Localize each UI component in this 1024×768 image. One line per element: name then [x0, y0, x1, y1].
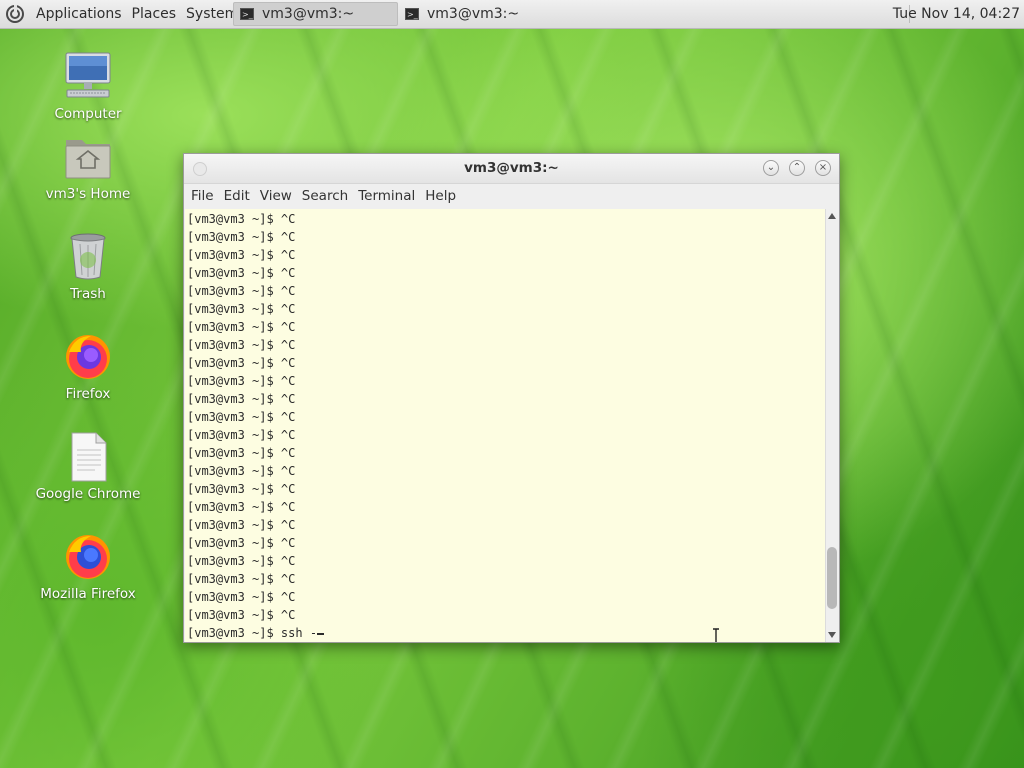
menu-file[interactable]: File	[186, 188, 219, 204]
text-cursor	[317, 632, 325, 635]
menu-view[interactable]: View	[255, 188, 297, 204]
terminal-line: [vm3@vm3 ~]$ ^C	[187, 356, 296, 370]
terminal-icon: >_	[240, 8, 254, 20]
terminal-line: [vm3@vm3 ~]$ ^C	[187, 266, 296, 280]
terminal-line: [vm3@vm3 ~]$ ^C	[187, 374, 296, 388]
terminal-line: [vm3@vm3 ~]$ ^C	[187, 230, 296, 244]
chevron-up-icon: ⌃	[792, 162, 802, 173]
taskbar-item-label: vm3@vm3:~	[262, 6, 355, 22]
terminal-line: [vm3@vm3 ~]$ ^C	[187, 608, 296, 622]
desktop-icon-label: Google Chrome	[35, 486, 141, 502]
terminal-line: [vm3@vm3 ~]$ ^C	[187, 212, 296, 226]
top-panel: Applications Places System >_ vm3@vm3:~ …	[0, 0, 1024, 29]
terminal-line: [vm3@vm3 ~]$ ^C	[187, 464, 296, 478]
terminal-line: [vm3@vm3 ~]$ ^C	[187, 518, 296, 532]
terminal-menubar: File Edit View Search Terminal Help	[184, 184, 839, 208]
window-titlebar[interactable]: vm3@vm3:~ ⌄ ⌃ ×	[184, 154, 839, 184]
desktop-icon-label: Computer	[54, 106, 122, 122]
terminal-line: [vm3@vm3 ~]$ ^C	[187, 320, 296, 334]
terminal-line: [vm3@vm3 ~]$ ^C	[187, 284, 296, 298]
menu-edit[interactable]: Edit	[219, 188, 255, 204]
desktop-icon-trash[interactable]: Trash	[33, 230, 143, 302]
desktop-icon-label: Trash	[70, 286, 106, 302]
document-icon	[61, 430, 115, 484]
terminal-line: [vm3@vm3 ~]$ ^C	[187, 428, 296, 442]
taskbar-item-label: vm3@vm3:~	[427, 6, 520, 22]
distro-logo-icon	[6, 5, 24, 23]
terminal-line: [vm3@vm3 ~]$ ^C	[187, 500, 296, 514]
desktop-icon-label: Firefox	[65, 386, 111, 402]
desktop-icon-label: vm3's Home	[45, 186, 131, 202]
window-title: vm3@vm3:~	[464, 160, 559, 176]
chevron-down-icon: ⌄	[766, 162, 776, 173]
terminal-output[interactable]: [vm3@vm3 ~]$ ^C [vm3@vm3 ~]$ ^C [vm3@vm3…	[185, 209, 826, 642]
menu-applications[interactable]: Applications	[31, 6, 127, 22]
scroll-down-arrow-icon[interactable]	[828, 632, 836, 638]
ibeam-cursor-icon	[713, 628, 719, 642]
taskbar-item-terminal-2[interactable]: >_ vm3@vm3:~	[399, 2, 564, 26]
trash-icon	[61, 230, 115, 284]
desktop-icon-mozilla-firefox[interactable]: Mozilla Firefox	[33, 530, 143, 602]
desktop-icon-home[interactable]: vm3's Home	[33, 130, 143, 202]
close-icon: ×	[818, 162, 828, 173]
terminal-line: [vm3@vm3 ~]$ ^C	[187, 302, 296, 316]
terminal-line: [vm3@vm3 ~]$ ^C	[187, 590, 296, 604]
scroll-up-arrow-icon[interactable]	[828, 213, 836, 219]
terminal-line: [vm3@vm3 ~]$ ^C	[187, 554, 296, 568]
terminal-scrollbar[interactable]	[825, 209, 838, 642]
desktop-icon-google-chrome[interactable]: Google Chrome	[33, 430, 143, 502]
taskbar-item-terminal-1[interactable]: >_ vm3@vm3:~	[233, 2, 398, 26]
terminal-line: [vm3@vm3 ~]$ ^C	[187, 338, 296, 352]
terminal-line: [vm3@vm3 ~]$ ^C	[187, 410, 296, 424]
minimize-button[interactable]: ⌄	[763, 160, 779, 176]
menu-places[interactable]: Places	[127, 6, 182, 22]
desktop-icon-label: Mozilla Firefox	[40, 586, 136, 602]
maximize-button[interactable]: ⌃	[789, 160, 805, 176]
close-button[interactable]: ×	[815, 160, 831, 176]
firefox-icon	[61, 330, 115, 384]
terminal-input-line[interactable]: [vm3@vm3 ~]$ ssh -	[187, 624, 826, 642]
terminal-line: [vm3@vm3 ~]$ ^C	[187, 572, 296, 586]
desktop-icon-firefox[interactable]: Firefox	[33, 330, 143, 402]
terminal-line: [vm3@vm3 ~]$ ^C	[187, 536, 296, 550]
home-folder-icon	[61, 130, 115, 184]
scrollbar-thumb[interactable]	[827, 546, 837, 609]
clock[interactable]: Tue Nov 14, 04:27	[893, 0, 1020, 28]
terminal-line: [vm3@vm3 ~]$ ^C	[187, 482, 296, 496]
terminal-window[interactable]: vm3@vm3:~ ⌄ ⌃ × File Edit View Search Te…	[183, 153, 840, 643]
terminal-line: [vm3@vm3 ~]$ ^C	[187, 392, 296, 406]
terminal-icon: >_	[405, 8, 419, 20]
desktop-icon-computer[interactable]: Computer	[33, 50, 143, 122]
menu-search[interactable]: Search	[297, 188, 353, 204]
terminal-lines: [vm3@vm3 ~]$ ^C [vm3@vm3 ~]$ ^C [vm3@vm3…	[185, 209, 826, 642]
computer-icon	[61, 50, 115, 104]
firefox-icon	[61, 530, 115, 584]
terminal-current-input: [vm3@vm3 ~]$ ssh -	[187, 626, 318, 640]
terminal-line: [vm3@vm3 ~]$ ^C	[187, 248, 296, 262]
terminal-line: [vm3@vm3 ~]$ ^C	[187, 446, 296, 460]
menu-help[interactable]: Help	[420, 188, 461, 204]
menu-terminal[interactable]: Terminal	[353, 188, 420, 204]
